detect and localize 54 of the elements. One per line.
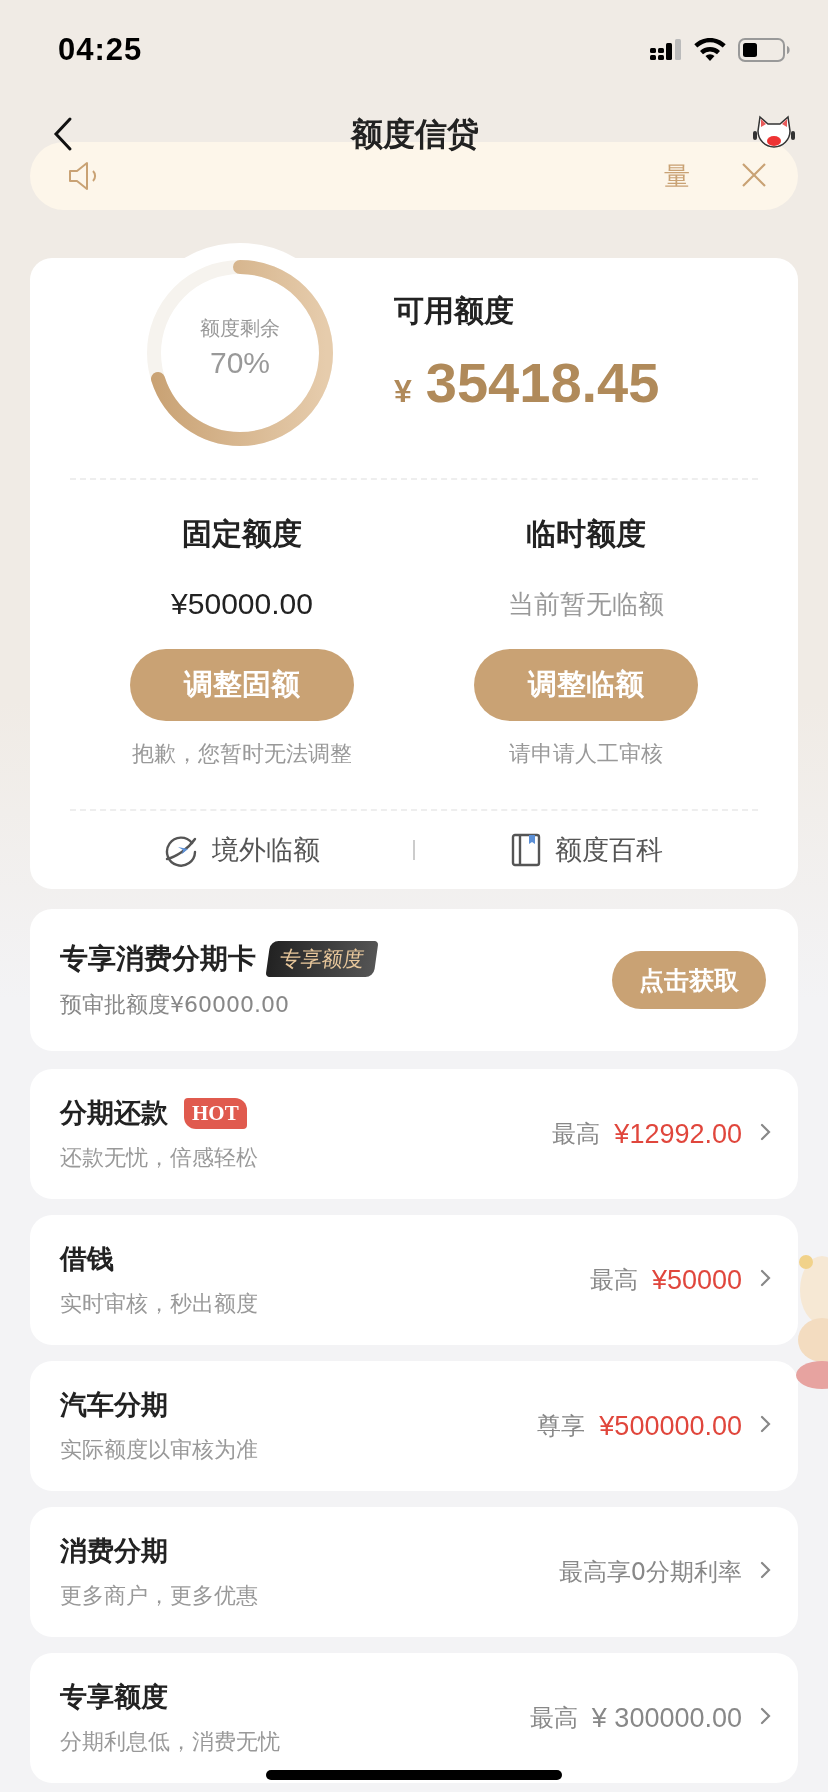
product-title: 借钱: [60, 1242, 114, 1276]
chevron-right-icon: [760, 1560, 772, 1580]
page-title: 额度信贷: [351, 114, 479, 155]
quota-title: 固定额度: [182, 515, 302, 553]
product-subtitle: 实际额度以审核为准: [60, 1436, 259, 1464]
wifi-icon: [694, 38, 726, 62]
product-subtitle: 更多商户，更多优惠: [60, 1582, 259, 1610]
chevron-right-icon: [760, 1268, 772, 1288]
globe-plane-icon: [163, 833, 198, 867]
hint-text: 请申请人工审核: [509, 740, 663, 768]
notice-text: 量: [664, 159, 690, 193]
battery-icon: [738, 38, 790, 62]
chevron-right-icon: [760, 1414, 772, 1434]
card-title: 专享消费分期卡: [60, 941, 256, 977]
signal-icon: [650, 39, 682, 61]
product-row[interactable]: 消费分期 更多商户，更多优惠 最高享0分期利率: [30, 1507, 798, 1637]
offer-label: 最高: [529, 1703, 578, 1734]
product-row[interactable]: 借钱 实时审核，秒出额度 最高 ¥50000: [30, 1215, 798, 1345]
product-subtitle: 分期利息低，消费无忧: [60, 1728, 281, 1756]
quick-link[interactable]: 额度百科: [415, 825, 758, 875]
product-title: 汽车分期: [60, 1388, 168, 1422]
quota-value: 当前暂无临额: [508, 588, 664, 621]
offer-label: 最高: [589, 1265, 638, 1296]
offer-label: 最高: [552, 1119, 601, 1150]
exclusive-badge: 专享额度: [265, 941, 379, 977]
product-title: 消费分期: [60, 1534, 168, 1568]
book-icon: [510, 833, 541, 867]
offer-amount: ¥ 300000.00: [591, 1702, 742, 1734]
product-title: 专享额度: [60, 1680, 168, 1714]
product-title: 分期还款: [60, 1096, 168, 1130]
product-row[interactable]: 汽车分期 实际额度以审核为准 尊享 ¥500000.00: [30, 1361, 798, 1491]
available-amount: 35418.45: [425, 350, 660, 415]
chevron-right-icon: [760, 1706, 772, 1726]
gauge-percent: 70%: [209, 346, 270, 380]
offer-label: 最高享0分期利率: [558, 1557, 742, 1588]
quota-title: 临时额度: [526, 515, 646, 553]
currency-symbol: ¥: [394, 373, 412, 410]
gauge-label: 额度剩余: [200, 315, 280, 342]
card-subtitle: 预审批额度¥60000.00: [60, 991, 290, 1019]
product-subtitle: 实时审核，秒出额度: [60, 1290, 259, 1318]
chevron-right-icon: [760, 1122, 772, 1142]
product-row[interactable]: 分期还款 HOT 还款无忧，倍感轻松 最高 ¥12992.00: [30, 1069, 798, 1199]
offer-label: 尊享: [537, 1411, 586, 1442]
quick-link[interactable]: 境外临额: [70, 825, 413, 875]
quota-value: ¥50000.00: [171, 587, 313, 622]
offer-amount: ¥50000: [651, 1264, 742, 1296]
available-label: 可用额度: [394, 292, 515, 330]
status-time: 04:25: [58, 32, 143, 68]
product-subtitle: 还款无忧，倍感轻松: [60, 1144, 259, 1172]
hint-text: 抱歉，您暂时无法调整: [132, 740, 352, 768]
offer-amount: ¥12992.00: [614, 1118, 742, 1150]
product-row[interactable]: 专享额度 分期利息低，消费无忧 最高 ¥ 300000.00: [30, 1653, 798, 1783]
hot-badge: HOT: [184, 1097, 247, 1129]
offer-amount: ¥500000.00: [599, 1410, 742, 1442]
